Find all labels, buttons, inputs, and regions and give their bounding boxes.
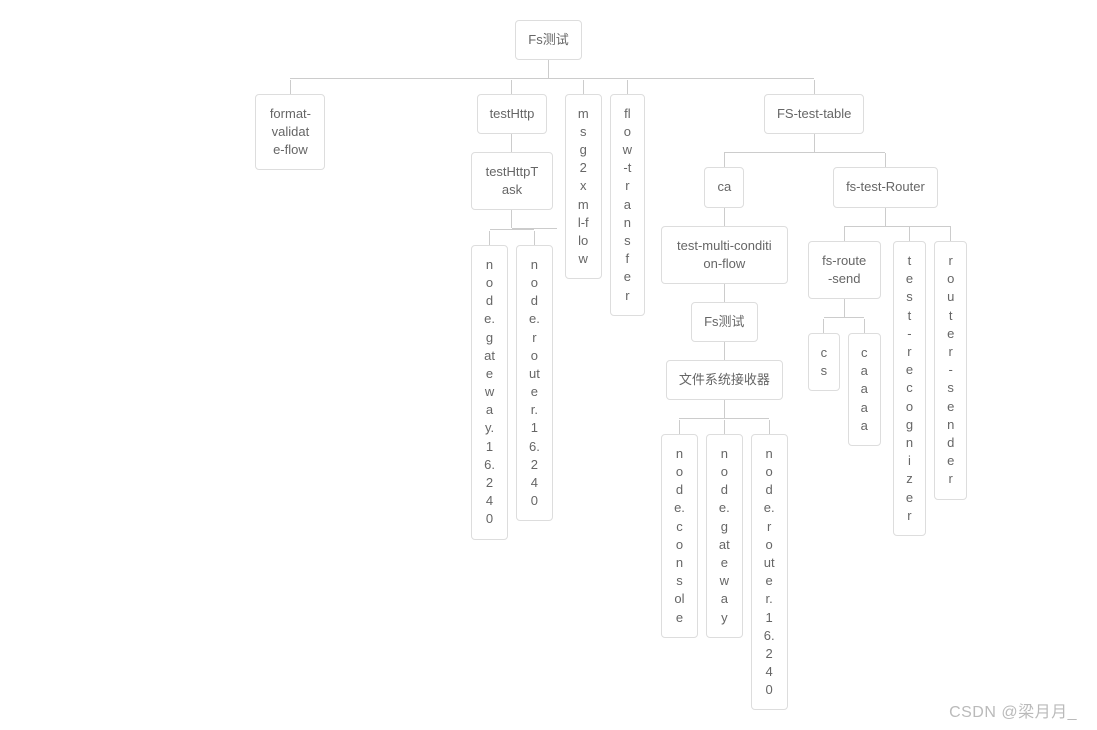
node-cs: cs bbox=[808, 333, 840, 391]
node-caaaa: caaaa bbox=[848, 333, 881, 446]
node-fs-test-router: fs-test-Router bbox=[833, 167, 938, 207]
root-node: Fs测试 bbox=[515, 20, 581, 60]
node-router-240: node.router.16.240 bbox=[516, 245, 553, 522]
node-msg2xml: msg2xml-flow bbox=[565, 94, 602, 280]
node-flow-transfer: flow-transfer bbox=[610, 94, 645, 316]
node-receiver: 文件系统接收器 bbox=[666, 360, 783, 400]
node-console: node.console bbox=[661, 434, 698, 638]
node-testhttp: testHttp bbox=[477, 94, 548, 134]
node-ca: ca bbox=[704, 167, 744, 207]
watermark: CSDN @梁月月_ bbox=[949, 698, 1077, 722]
node-format-validate: format-validate-flow bbox=[255, 94, 325, 171]
node-router-sender: router-sender bbox=[934, 241, 967, 499]
node-gateway-240: node.gateway.16.240 bbox=[471, 245, 508, 540]
tree-diagram: Fs测试 bbox=[118, 20, 980, 710]
node-gateway: node.gateway bbox=[706, 434, 743, 638]
node-fs2: Fs测试 bbox=[691, 302, 757, 342]
node-testhttptask: testHttpTask bbox=[471, 152, 553, 210]
node-multi-condition: test-multi-condition-flow bbox=[661, 226, 788, 284]
node-router-240-b: node.router.16.240 bbox=[751, 434, 788, 711]
node-fs-route-send: fs-route-send bbox=[808, 241, 881, 299]
node-test-recognizer: test-recognizer bbox=[893, 241, 926, 536]
node-fs-test-table: FS-test-table bbox=[764, 94, 864, 134]
